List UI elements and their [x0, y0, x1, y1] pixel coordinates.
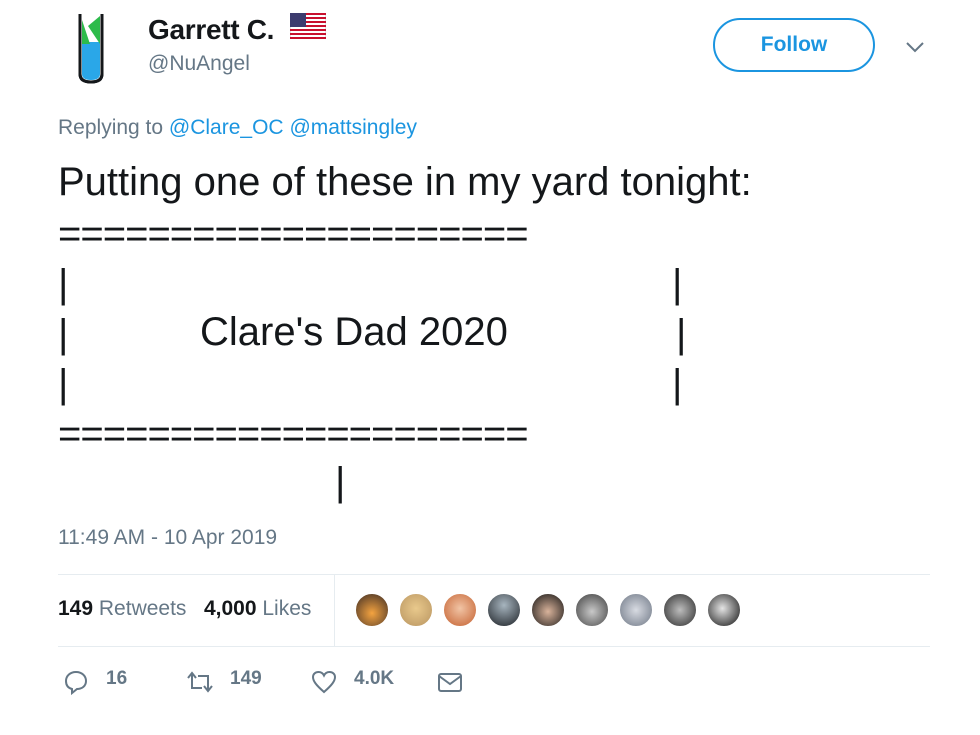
divider-top [58, 574, 930, 575]
timestamp[interactable]: 11:49 AM - 10 Apr 2019 [58, 526, 277, 550]
author-name[interactable]: Garrett C. [148, 14, 274, 46]
retweets-stat[interactable]: 149 Retweets [58, 597, 186, 620]
reply-to-link-matt[interactable]: @mattsingley [289, 116, 417, 139]
reply-to-link-clare[interactable]: @Clare_OC [169, 116, 284, 139]
reply-prefix: Replying to [58, 116, 164, 139]
reply-count: 16 [106, 668, 128, 689]
liker-avatar[interactable] [530, 592, 566, 628]
retweet-count: 149 [230, 668, 262, 689]
liker-avatar[interactable] [442, 592, 478, 628]
divider-bottom [58, 646, 930, 647]
liker-avatar[interactable] [398, 592, 434, 628]
engagement-stats: 149 Retweets 4,000 Likes [58, 597, 311, 621]
chevron-down-icon[interactable] [902, 34, 928, 60]
likes-stat[interactable]: 4,000 Likes [204, 597, 311, 620]
avatar[interactable] [76, 12, 106, 84]
liker-avatar[interactable] [662, 592, 698, 628]
divider-vertical [334, 575, 335, 646]
sign-bar-left-1: | [58, 262, 69, 306]
like-count: 4.0K [354, 668, 395, 689]
liker-avatar[interactable] [354, 592, 390, 628]
liker-avatar[interactable] [486, 592, 522, 628]
reply-icon[interactable] [62, 668, 90, 696]
sign-rule-bottom: ===================== [58, 412, 529, 456]
liker-avatar[interactable] [706, 592, 742, 628]
liker-avatar[interactable] [574, 592, 610, 628]
follow-button[interactable]: Follow [713, 18, 875, 72]
sign-bar-right-3: | [672, 362, 683, 406]
sign-post: | [335, 460, 346, 504]
sign-bar-left-2: | [58, 312, 69, 356]
tweet-text-line: Putting one of these in my yard tonight: [58, 160, 752, 204]
retweet-icon[interactable] [186, 668, 214, 696]
sign-bar-right-2: | [676, 312, 687, 356]
sign-rule-top: ===================== [58, 212, 529, 256]
like-icon[interactable] [310, 668, 338, 696]
message-icon[interactable] [436, 668, 464, 696]
liker-avatar[interactable] [618, 592, 654, 628]
sign-text: Clare's Dad 2020 [200, 310, 508, 354]
us-flag-icon [290, 13, 326, 39]
sign-bar-left-3: | [58, 362, 69, 406]
replying-to: Replying to @Clare_OC @mattsingley [58, 116, 417, 140]
sign-bar-right-1: | [672, 262, 683, 306]
author-handle[interactable]: @NuAngel [148, 52, 250, 76]
